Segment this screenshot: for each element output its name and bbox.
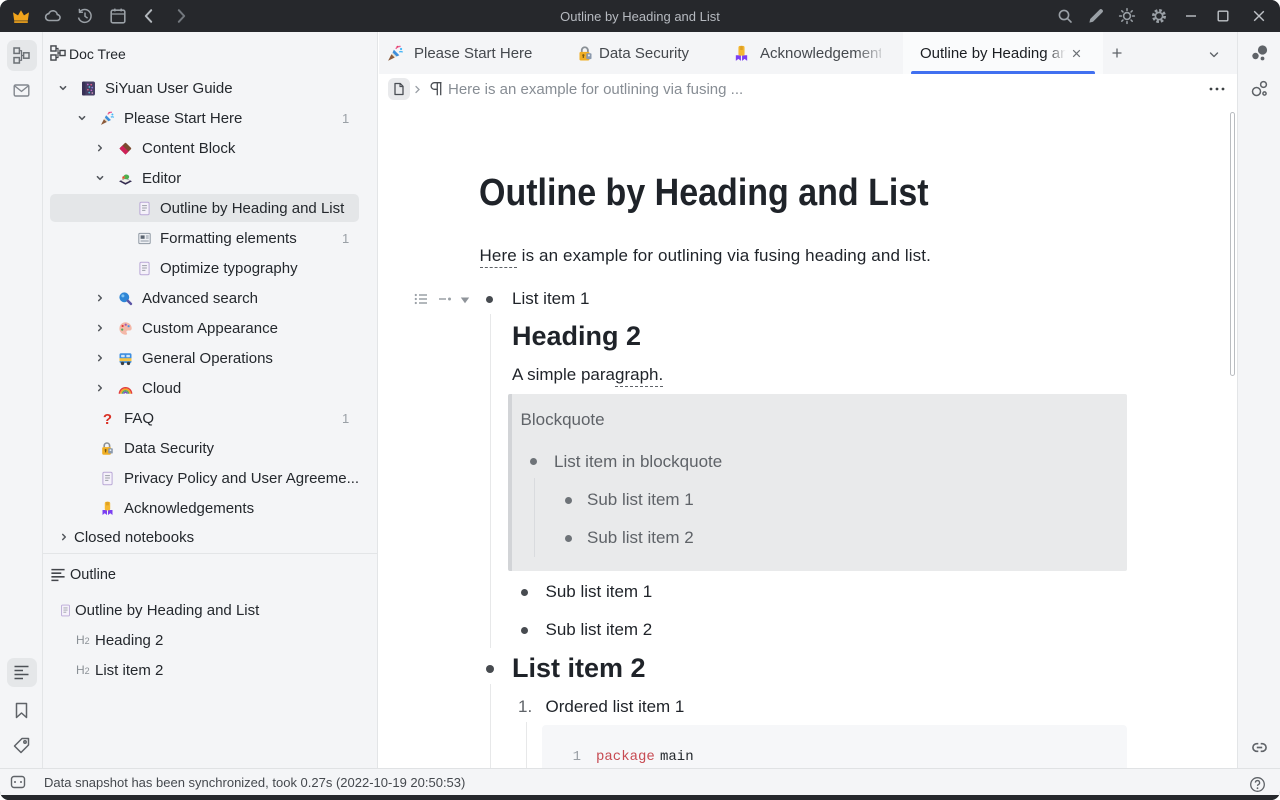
svg-text:?: ?: [102, 411, 111, 426]
